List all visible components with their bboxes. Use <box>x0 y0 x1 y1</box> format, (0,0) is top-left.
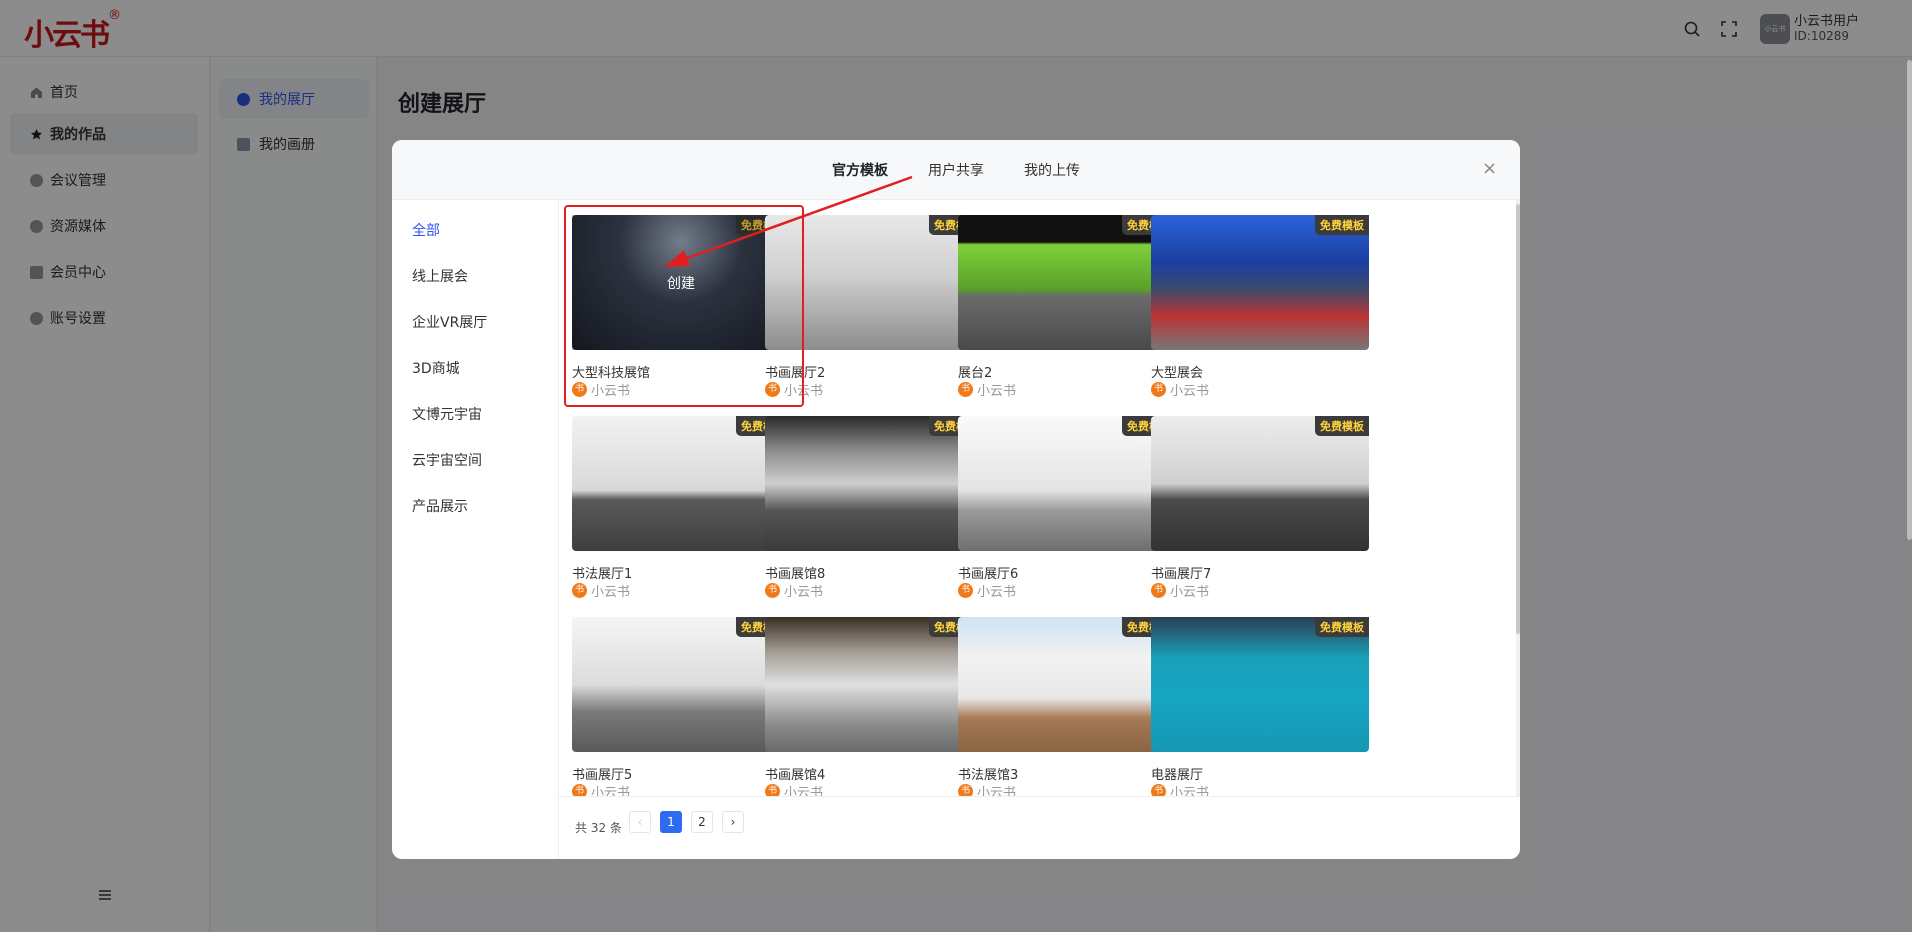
page-1-button[interactable]: 1 <box>660 811 682 833</box>
prev-page-button[interactable]: ‹ <box>629 811 651 833</box>
page-2-button[interactable]: 2 <box>691 811 713 833</box>
total-count: 共 32 条 <box>575 821 622 835</box>
pagination-bar: 共 32 条 ‹ 1 2 › <box>559 796 1520 859</box>
next-page-button[interactable]: › <box>722 811 744 833</box>
template-modal: 官方模板 用户共享 我的上传 × 全部 线上展会 企业VR展厅 3D商城 文博元… <box>392 140 1520 859</box>
page-scrollbar[interactable] <box>1907 60 1912 540</box>
annotation-arrow <box>664 175 913 267</box>
